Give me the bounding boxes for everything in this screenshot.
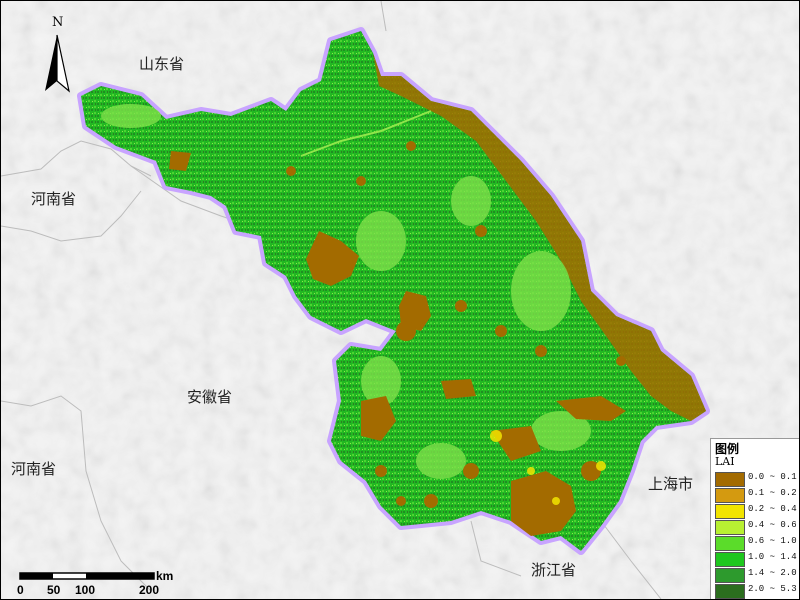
- map-canvas: [1, 1, 799, 599]
- legend-range-label: 2.0 ~ 5.3: [748, 584, 797, 594]
- legend-item: 0.4 ~ 0.6: [715, 520, 799, 535]
- scale-unit: km: [156, 569, 174, 583]
- legend-range-label: 1.0 ~ 1.4: [748, 552, 797, 562]
- legend-item: 2.0 ~ 5.3: [715, 584, 799, 599]
- legend-swatch: [715, 568, 745, 583]
- label-shanghai: 上海市: [648, 475, 694, 493]
- legend-swatch: [715, 488, 745, 503]
- label-henan-north: 河南省: [31, 190, 77, 208]
- north-arrow-shape: [45, 34, 70, 93]
- scale-label-0: 0: [17, 583, 24, 597]
- legend-item: 0.0 ~ 0.1: [715, 472, 799, 487]
- legend-swatch: [715, 536, 745, 551]
- legend-range-label: 0.0 ~ 0.1: [748, 472, 797, 482]
- legend-range-label: 1.4 ~ 2.0: [748, 568, 797, 578]
- north-arrow-icon: N: [41, 15, 77, 93]
- legend-item: 0.6 ~ 1.0: [715, 536, 799, 551]
- legend-swatch: [715, 584, 745, 599]
- scale-label-50: 50: [47, 583, 61, 597]
- label-zhejiang: 浙江省: [531, 561, 577, 579]
- scale-bar: 0 50 100 200 km: [17, 569, 179, 599]
- legend-item: 0.2 ~ 0.4: [715, 504, 799, 519]
- legend-swatch: [715, 552, 745, 567]
- legend: 图例 LAI 0.0 ~ 0.1 0.1 ~ 0.2 0.2 ~ 0.4 0.4 ~ …: [710, 438, 799, 599]
- north-letter: N: [52, 15, 64, 30]
- legend-swatch: [715, 520, 745, 535]
- legend-range-label: 0.6 ~ 1.0: [748, 536, 797, 546]
- legend-subtitle: LAI: [715, 455, 735, 468]
- label-anhui: 安徽省: [187, 388, 233, 406]
- legend-range-label: 0.1 ~ 0.2: [748, 488, 797, 498]
- scale-bar-graphic: [19, 572, 155, 580]
- scale-label-100: 100: [75, 583, 96, 597]
- legend-range-label: 0.4 ~ 0.6: [748, 520, 797, 530]
- legend-swatch: [715, 504, 745, 519]
- label-henan-south: 河南省: [11, 460, 57, 478]
- scale-label-200: 200: [139, 583, 160, 597]
- legend-range-label: 0.2 ~ 0.4: [748, 504, 797, 514]
- map-frame: 山东省 河南省 安徽省 河南省 上海市 浙江省 N 0 50 100 200 k…: [0, 0, 800, 600]
- legend-item: 1.4 ~ 2.0: [715, 568, 799, 583]
- legend-swatch: [715, 472, 745, 487]
- legend-item: 0.1 ~ 0.2: [715, 488, 799, 503]
- legend-item: 1.0 ~ 1.4: [715, 552, 799, 567]
- label-shandong: 山东省: [139, 55, 185, 73]
